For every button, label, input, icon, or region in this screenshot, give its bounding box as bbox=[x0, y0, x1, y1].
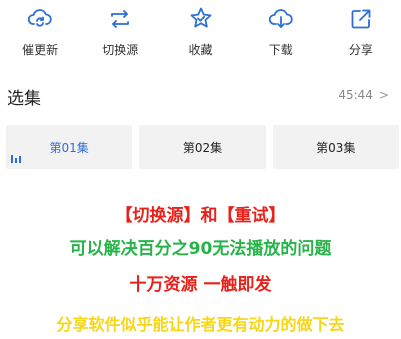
download-button[interactable]: 下载 bbox=[241, 0, 321, 66]
episode-list: 第01集 第02集 第03集 bbox=[6, 125, 399, 169]
video-duration: 45:44 bbox=[338, 88, 373, 102]
share-label: 分享 bbox=[348, 43, 373, 57]
action-toolbar: 催更新 切换源 收藏 下载 分享 bbox=[0, 0, 401, 66]
episode-label: 第01集 bbox=[49, 140, 89, 155]
star-badge-icon bbox=[190, 7, 211, 28]
urge-update-label: 催更新 bbox=[22, 43, 59, 57]
episode-item-2[interactable]: 第02集 bbox=[139, 125, 266, 169]
switch-source-button[interactable]: 切换源 bbox=[80, 0, 160, 66]
switch-arrows-icon bbox=[111, 10, 130, 28]
episode-section-header: 选集 45:44 > bbox=[0, 84, 401, 110]
episode-item-3[interactable]: 第03集 bbox=[272, 125, 399, 169]
favorite-label: 收藏 bbox=[188, 43, 213, 57]
episode-item-1[interactable]: 第01集 bbox=[6, 125, 133, 169]
promo-line-resources: 十万资源 一触即发 bbox=[129, 275, 272, 295]
episode-label: 第03集 bbox=[316, 140, 356, 155]
share-button[interactable]: 分享 bbox=[321, 0, 401, 66]
urge-update-button[interactable]: 催更新 bbox=[0, 0, 80, 66]
episode-section-title: 选集 bbox=[7, 89, 41, 109]
episode-label: 第02集 bbox=[182, 140, 223, 155]
playing-bars-icon bbox=[11, 155, 21, 163]
favorite-button[interactable]: 收藏 bbox=[160, 0, 240, 66]
episode-list-more[interactable]: 45:44 > bbox=[338, 88, 389, 102]
promo-line-share: 分享软件似乎能让作者更有动力的做下去 bbox=[56, 315, 345, 334]
download-label: 下载 bbox=[268, 43, 293, 57]
share-icon bbox=[351, 9, 371, 29]
cloud-download-icon bbox=[268, 9, 293, 28]
promo-line-fix: 可以解决百分之90无法播放的问题 bbox=[69, 239, 332, 259]
promo-line-retry: 【切换源】和【重试】 bbox=[115, 206, 286, 226]
chevron-right-icon: > bbox=[378, 88, 389, 102]
switch-source-label: 切换源 bbox=[102, 43, 139, 57]
cloud-refresh-icon bbox=[27, 9, 52, 27]
